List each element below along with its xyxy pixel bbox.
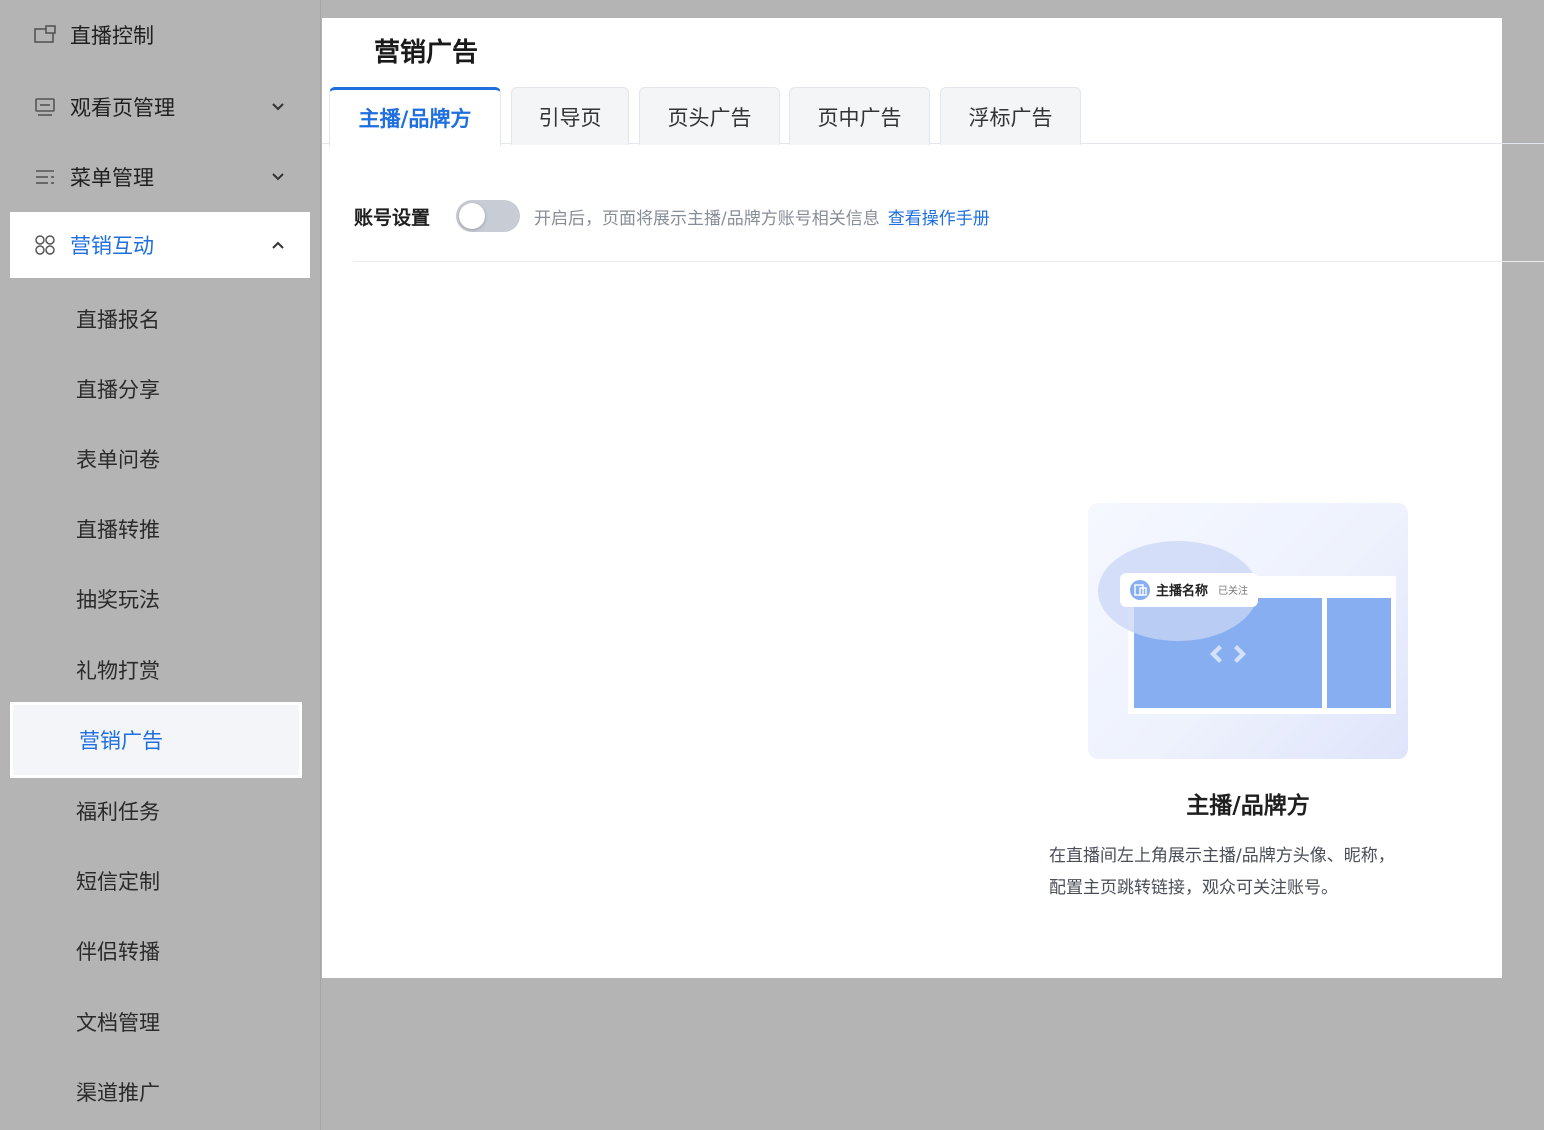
chevron-up-icon[interactable] (270, 237, 286, 253)
preview-illustration: 主播名称 已关注 (1088, 503, 1408, 759)
tab-anchor-brand[interactable]: 主播/品牌方 (329, 87, 501, 146)
chevron-down-icon[interactable] (270, 99, 286, 115)
sidebar-subitem[interactable]: 直播报名 (10, 284, 302, 354)
list-icon (32, 164, 58, 190)
account-setting-toggle[interactable] (456, 200, 521, 232)
chevron-down-icon[interactable] (270, 169, 286, 185)
preview-side-block (1327, 598, 1391, 708)
monitor-icon (32, 94, 58, 120)
sidebar-subitem[interactable]: 表单问卷 (10, 424, 302, 494)
sidebar-subitem[interactable]: 短信定制 (10, 846, 302, 916)
page-title: 营销广告 (374, 38, 479, 68)
sidebar-subitem-active[interactable]: 营销广告 (10, 702, 302, 778)
sidebar-item-live-control[interactable]: 直播控制 (10, 2, 310, 68)
preview-description-line: 配置主页跳转链接，观众可关注账号。 (1049, 878, 1338, 898)
divider (353, 261, 1544, 262)
tab-middle-ad[interactable]: 页中广告 (789, 87, 930, 145)
account-setting-row: 账号设置 开启后，页面将展示主播/品牌方账号相关信息 查看操作手册 (354, 196, 990, 236)
tab-guide-page[interactable]: 引导页 (511, 87, 629, 145)
sidebar-subitem[interactable]: 渠道推广 (10, 1057, 302, 1127)
account-setting-description: 开启后，页面将展示主播/品牌方账号相关信息 (534, 208, 880, 229)
tab-bar: 主播/品牌方 引导页 页头广告 页中广告 浮标广告 (322, 86, 1544, 146)
preview-description: 在直播间左上角展示主播/品牌方头像、昵称， 配置主页跳转链接，观众可关注账号。 (1049, 840, 1449, 904)
sidebar-subitem[interactable]: 直播分享 (10, 354, 302, 424)
tab-header-ad[interactable]: 页头广告 (639, 87, 780, 145)
sidebar-subitem[interactable]: 福利任务 (10, 776, 302, 846)
sidebar: 直播控制 观看页管理 菜单管理 营销互动 直播报名 直播分享 表单问卷 直播转推… (0, 0, 321, 1130)
bubble-tag: 已关注 (1218, 584, 1248, 597)
sidebar-subitem[interactable]: 直播转推 (10, 494, 302, 564)
sidebar-subitem[interactable]: 抽奖玩法 (10, 564, 302, 634)
sidebar-subitem[interactable]: 文档管理 (10, 987, 302, 1057)
main-panel: 营销广告 主播/品牌方 引导页 页头广告 页中广告 浮标广告 账号设置 开启后，… (322, 18, 1544, 978)
tab-float-ad[interactable]: 浮标广告 (940, 87, 1081, 145)
sidebar-item-label: 营销互动 (70, 234, 154, 258)
preview-description-line: 在直播间左上角展示主播/品牌方头像、昵称， (1049, 846, 1395, 866)
command-icon (32, 232, 58, 258)
screen-icon (32, 22, 58, 48)
sidebar-subitem[interactable]: 礼物打赏 (10, 635, 302, 705)
sidebar-item-menu[interactable]: 菜单管理 (10, 144, 310, 210)
bubble-name: 主播名称 (1156, 583, 1208, 599)
sidebar-item-watch-page[interactable]: 观看页管理 (10, 74, 310, 140)
sidebar-item-label: 观看页管理 (70, 96, 175, 120)
sidebar-item-label: 直播控制 (70, 24, 154, 48)
toggle-knob (459, 203, 486, 229)
manual-link[interactable]: 查看操作手册 (888, 204, 990, 229)
sidebar-subitem[interactable]: 伴侣转播 (10, 916, 302, 986)
sidebar-item-label: 菜单管理 (70, 166, 154, 190)
sidebar-item-marketing[interactable]: 营销互动 (10, 212, 310, 278)
preview-title: 主播/品牌方 (1186, 793, 1310, 819)
account-setting-label: 账号设置 (354, 206, 431, 229)
